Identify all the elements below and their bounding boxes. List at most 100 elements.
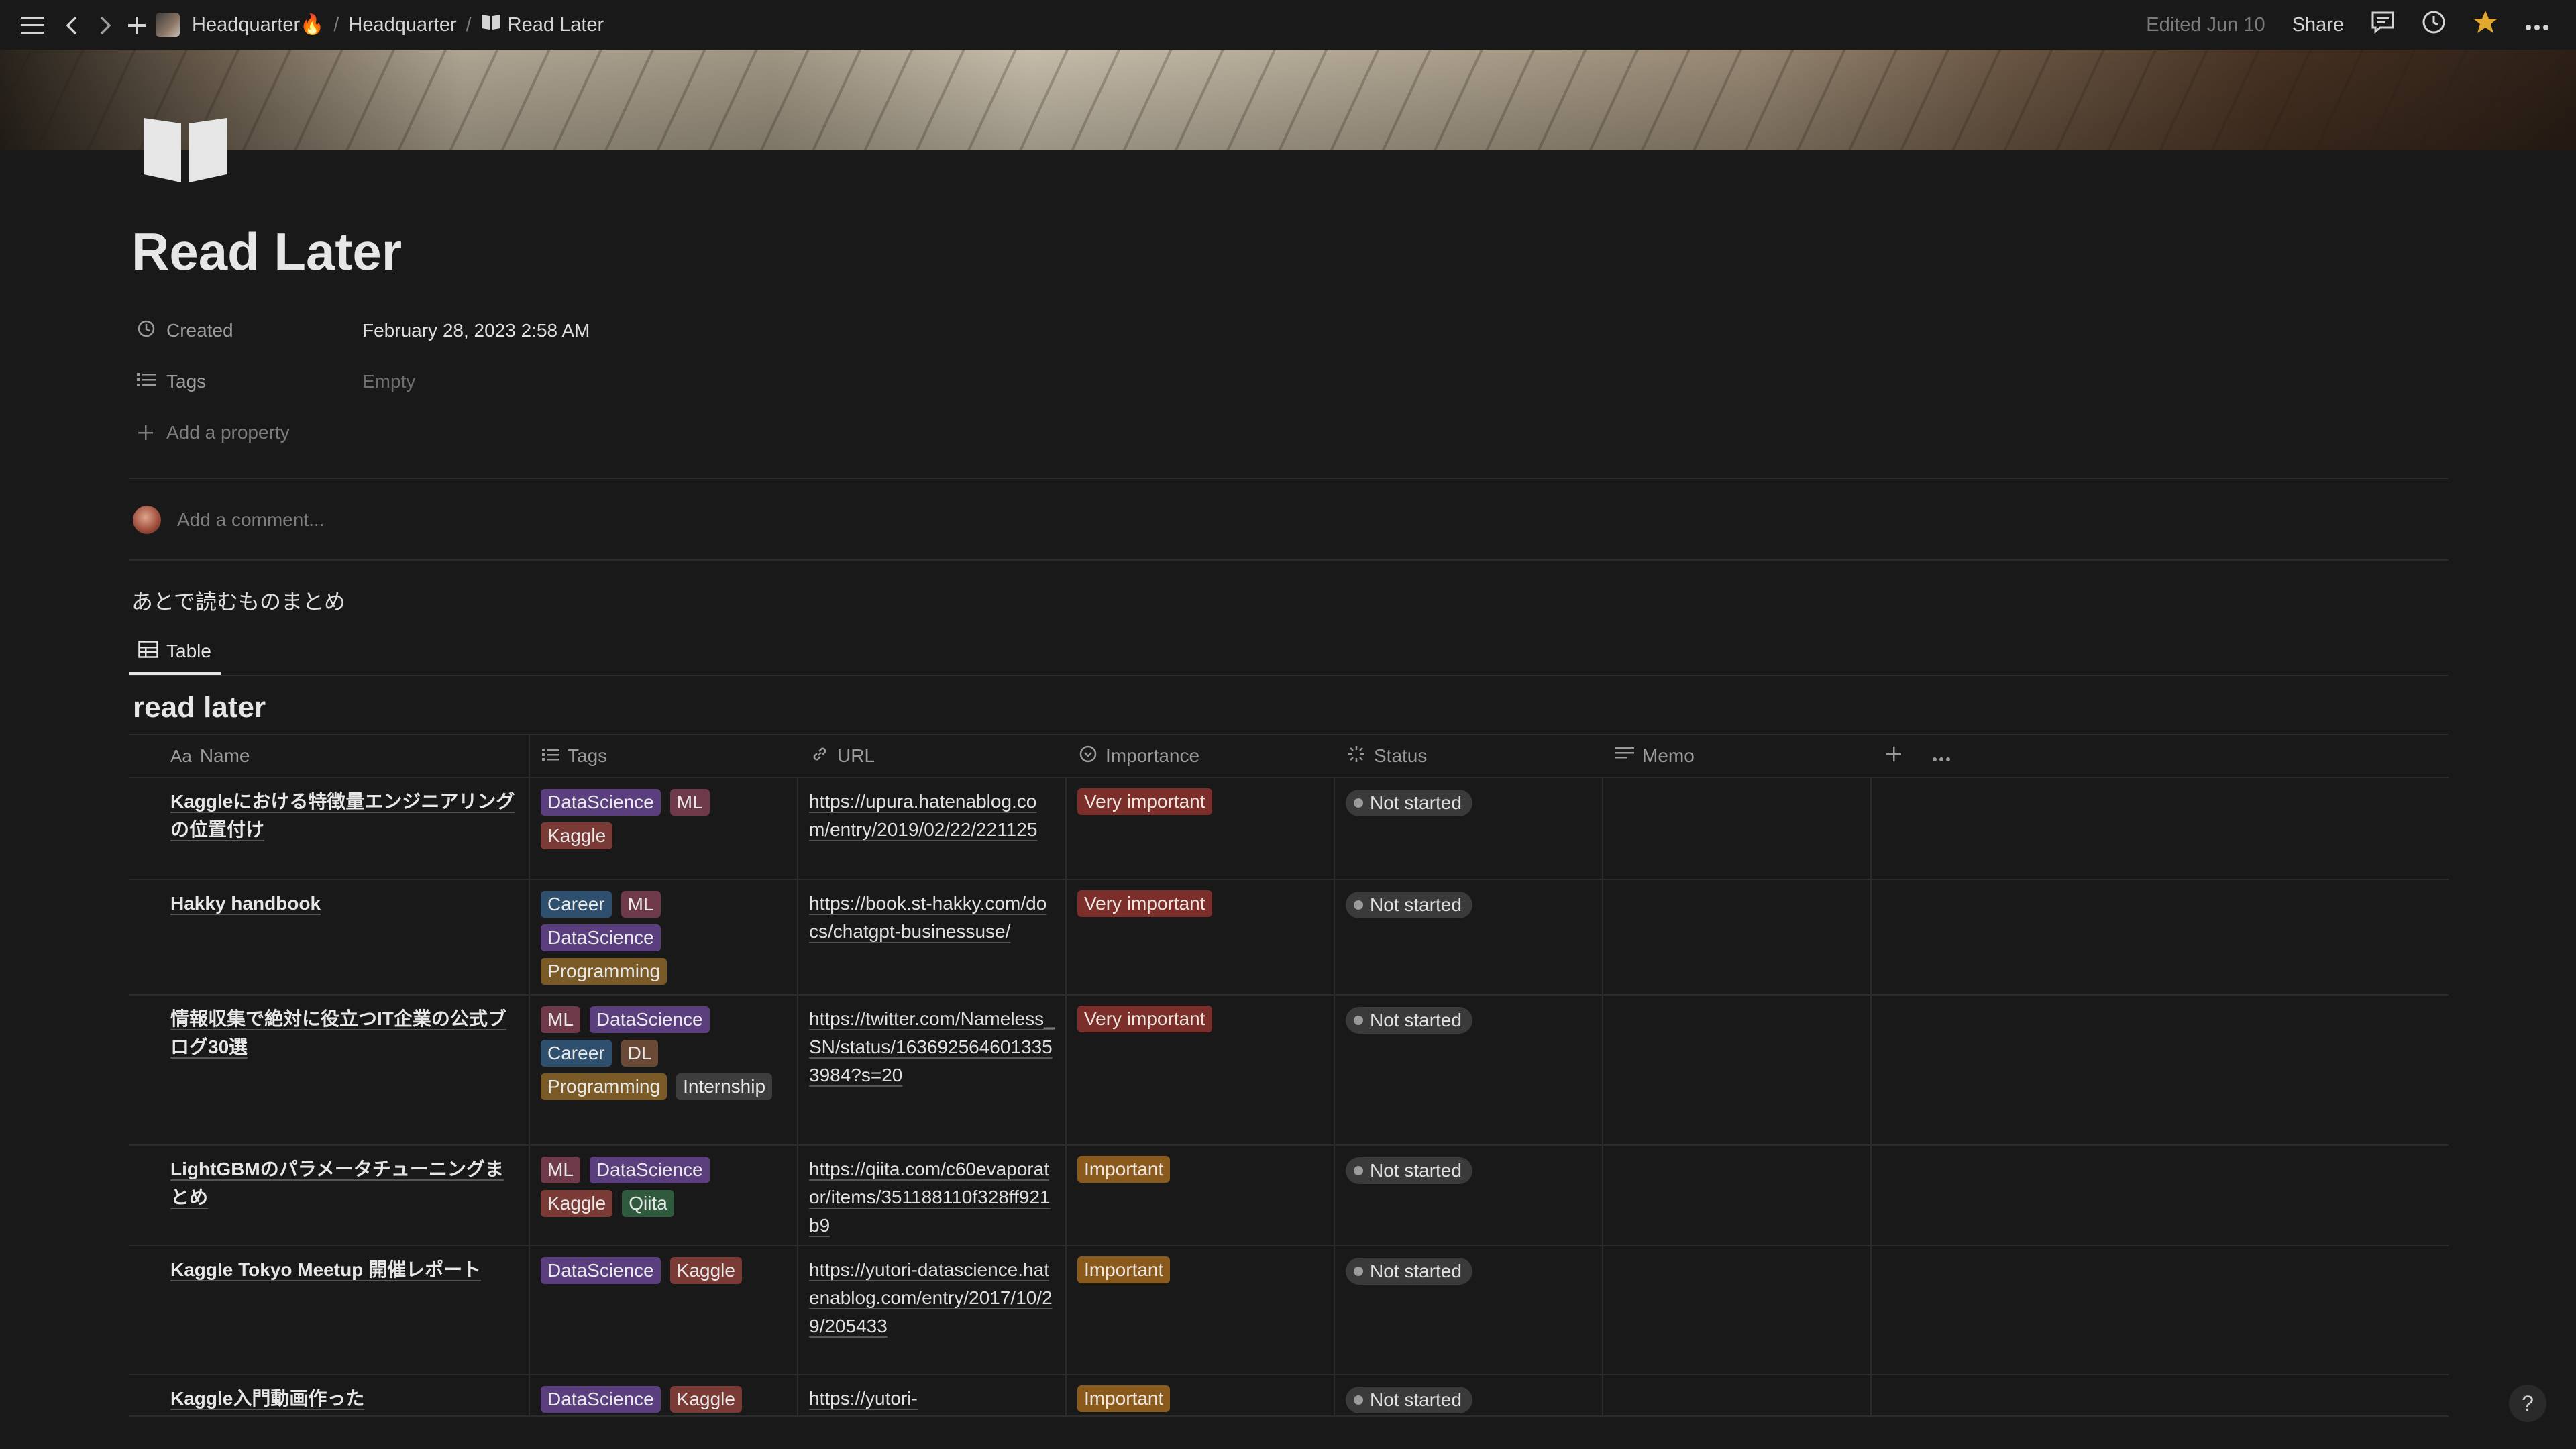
cell-status[interactable]: Not started <box>1335 1146 1603 1245</box>
table-row[interactable]: Kaggle入門動画作った DataScience Kaggle https://yu… <box>129 1375 2449 1417</box>
page-title[interactable]: Read Later <box>131 221 402 282</box>
table-header: Aa Name Tags URL Importance Status Memo <box>129 734 2449 778</box>
importance-badge: Important <box>1077 1256 1171 1283</box>
cell-tags[interactable]: DataScience Kaggle <box>530 1375 798 1415</box>
clock-icon <box>137 319 156 343</box>
comments-icon[interactable] <box>2371 11 2395 39</box>
url-link[interactable]: https://book.st-hakky.com/docs/chatgpt-b… <box>809 893 1046 942</box>
cell-name[interactable]: LightGBMのパラメータチューニングまとめ <box>129 1146 530 1245</box>
cell-memo[interactable] <box>1603 1146 1872 1245</box>
help-button[interactable]: ? <box>2509 1385 2546 1422</box>
page-description[interactable]: あとで読むものまとめ <box>131 585 345 616</box>
add-property-button[interactable]: Add a property <box>137 413 290 453</box>
url-link[interactable]: https://yutori-datascience.hatenablog.co… <box>809 1259 1053 1336</box>
cell-name[interactable]: Hakky handbook <box>129 880 530 994</box>
cell-status[interactable]: Not started <box>1335 996 1603 1144</box>
comment-input[interactable]: Add a comment... <box>177 509 324 531</box>
property-tags-label-group[interactable]: Tags <box>137 371 362 392</box>
property-tags-value[interactable]: Empty <box>362 371 415 392</box>
cover-image[interactable] <box>0 50 2576 150</box>
property-created-label-group[interactable]: Created <box>137 319 362 343</box>
table-row[interactable]: Kaggleにおける特徴量エンジニアリングの位置付け DataScience ML K… <box>129 778 2449 880</box>
breadcrumb-separator: / <box>466 13 472 36</box>
cell-importance[interactable]: Very important <box>1067 996 1335 1144</box>
cell-url[interactable]: https://qiita.com/c60evaporator/items/35… <box>798 1146 1067 1245</box>
table-row[interactable]: Hakky handbook Career ML DataScience Program… <box>129 880 2449 996</box>
cell-name[interactable]: Kaggleにおける特徴量エンジニアリングの位置付け <box>129 778 530 879</box>
row-name-link[interactable]: Kaggle Tokyo Meetup 開催レポート <box>170 1259 481 1280</box>
cell-tags[interactable]: Career ML DataScience Programming <box>530 880 798 994</box>
tab-table[interactable]: Table <box>129 631 221 675</box>
column-header-status[interactable]: Status <box>1335 735 1603 777</box>
back-icon[interactable] <box>62 12 82 39</box>
cell-empty <box>1872 778 2449 879</box>
cell-tags[interactable]: DataScience Kaggle <box>530 1246 798 1374</box>
cell-tags[interactable]: ML DataScience Kaggle Qiita <box>530 1146 798 1245</box>
column-header-memo[interactable]: Memo <box>1603 735 1872 777</box>
cell-tags[interactable]: ML DataScience Career DL Programming Internsh… <box>530 996 798 1144</box>
cell-memo[interactable] <box>1603 1375 1872 1415</box>
url-link[interactable]: https://upura.hatenablog.com/entry/2019/… <box>809 791 1037 840</box>
database-title[interactable]: read later <box>133 691 266 724</box>
cell-memo[interactable] <box>1603 778 1872 879</box>
column-header-url[interactable]: URL <box>798 735 1067 777</box>
cell-url[interactable]: https://yutori- <box>798 1375 1067 1415</box>
cell-name[interactable]: 情報収集で絶対に役立つIT企業の公式ブログ30選 <box>129 996 530 1144</box>
cell-url[interactable]: https://yutori-datascience.hatenablog.co… <box>798 1246 1067 1374</box>
url-link[interactable]: https://qiita.com/c60evaporator/items/35… <box>809 1159 1051 1236</box>
favorite-star-icon[interactable] <box>2473 10 2498 40</box>
row-name-link[interactable]: Kaggle入門動画作った <box>170 1388 364 1409</box>
row-name-link[interactable]: 情報収集で絶対に役立つIT企業の公式ブログ30選 <box>170 1008 506 1057</box>
row-name-link[interactable]: Kaggleにおける特徴量エンジニアリングの位置付け <box>170 791 515 840</box>
sidebar-menu-icon[interactable] <box>19 12 46 39</box>
url-link[interactable]: https://twitter.com/Nameless_SN/status/1… <box>809 1008 1055 1085</box>
importance-badge: Important <box>1077 1156 1171 1183</box>
add-column-plus-icon[interactable] <box>1885 745 1902 767</box>
cell-importance[interactable]: Important <box>1067 1375 1335 1415</box>
column-header-name[interactable]: Aa Name <box>129 735 530 777</box>
tag-pill: Programming <box>541 958 667 985</box>
column-header-memo-label: Memo <box>1642 745 1695 766</box>
table-row[interactable]: Kaggle Tokyo Meetup 開催レポート DataScience Kag… <box>129 1246 2449 1375</box>
table-row[interactable]: LightGBMのパラメータチューニングまとめ ML DataScience Kagg… <box>129 1146 2449 1246</box>
importance-badge: Important <box>1077 1385 1171 1412</box>
cell-importance[interactable]: Important <box>1067 1146 1335 1245</box>
breadcrumb-item-headquarter-root[interactable]: Headquarter🔥 <box>192 13 324 36</box>
updates-clock-icon[interactable] <box>2422 10 2446 40</box>
cell-importance[interactable]: Very important <box>1067 778 1335 879</box>
cell-status[interactable]: Not started <box>1335 778 1603 879</box>
cell-memo[interactable] <box>1603 880 1872 994</box>
cell-url[interactable]: https://book.st-hakky.com/docs/chatgpt-b… <box>798 880 1067 994</box>
cell-importance[interactable]: Very important <box>1067 880 1335 994</box>
row-name-link[interactable]: LightGBMのパラメータチューニングまとめ <box>170 1159 504 1208</box>
table-row[interactable]: 情報収集で絶対に役立つIT企業の公式ブログ30選 ML DataScience Car… <box>129 996 2449 1146</box>
cell-memo[interactable] <box>1603 1246 1872 1374</box>
comment-box[interactable]: Add a comment... <box>133 504 324 535</box>
cell-importance[interactable]: Important <box>1067 1246 1335 1374</box>
cell-name[interactable]: Kaggle Tokyo Meetup 開催レポート <box>129 1246 530 1374</box>
cell-status[interactable]: Not started <box>1335 1246 1603 1374</box>
cell-status[interactable]: Not started <box>1335 1375 1603 1415</box>
more-options-icon[interactable] <box>2525 14 2549 36</box>
cell-status[interactable]: Not started <box>1335 880 1603 994</box>
url-link[interactable]: https://yutori- <box>809 1388 918 1409</box>
page-book-icon[interactable] <box>142 113 228 186</box>
importance-badge: Very important <box>1077 1006 1212 1032</box>
cell-memo[interactable] <box>1603 996 1872 1144</box>
column-header-importance[interactable]: Importance <box>1067 735 1335 777</box>
column-header-tags[interactable]: Tags <box>530 735 798 777</box>
row-name-link[interactable]: Hakky handbook <box>170 893 321 914</box>
forward-icon[interactable] <box>95 12 115 39</box>
status-badge: Not started <box>1346 1157 1472 1184</box>
breadcrumb-item-headquarter[interactable]: Headquarter <box>348 14 456 36</box>
column-more-icon[interactable] <box>1932 745 1951 767</box>
cell-url[interactable]: https://twitter.com/Nameless_SN/status/1… <box>798 996 1067 1144</box>
tag-list: Career ML DataScience Programming <box>541 890 788 985</box>
cell-url[interactable]: https://upura.hatenablog.com/entry/2019/… <box>798 778 1067 879</box>
cell-name[interactable]: Kaggle入門動画作った <box>129 1375 530 1415</box>
workspace-avatar <box>156 13 180 37</box>
new-page-icon[interactable] <box>125 12 149 39</box>
cell-tags[interactable]: DataScience ML Kaggle <box>530 778 798 879</box>
share-button[interactable]: Share <box>2292 14 2344 36</box>
breadcrumb-item-read-later[interactable]: Read Later <box>508 14 604 36</box>
